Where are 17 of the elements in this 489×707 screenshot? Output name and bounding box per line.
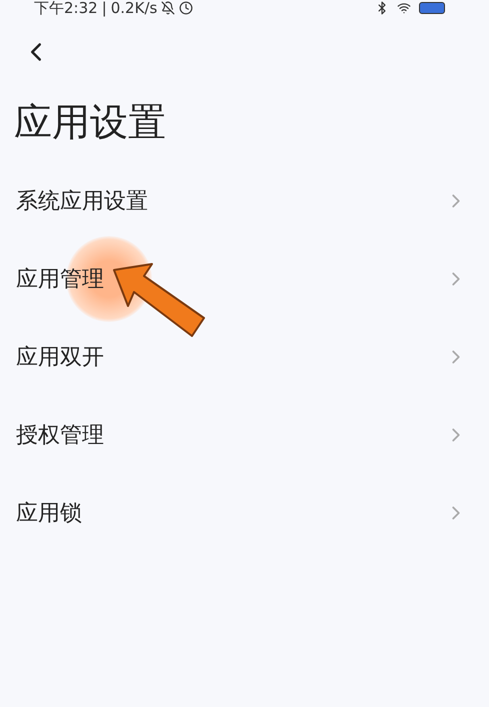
settings-item[interactable]: 授权管理 xyxy=(0,396,489,474)
item-label: 系统应用设置 xyxy=(16,188,148,216)
status-time: 下午2:32 xyxy=(34,0,98,16)
battery-icon xyxy=(419,2,445,14)
page-title: 应用设置 xyxy=(14,99,166,146)
item-label: 应用锁 xyxy=(16,500,82,528)
settings-item[interactable]: 应用锁 xyxy=(0,474,489,552)
item-label: 授权管理 xyxy=(16,422,104,450)
mute-icon xyxy=(161,1,176,15)
item-label: 应用管理 xyxy=(16,266,104,294)
item-label: 应用双开 xyxy=(16,344,104,372)
settings-item[interactable]: 系统应用设置 xyxy=(0,162,489,240)
separator: | xyxy=(102,0,107,16)
wifi-icon xyxy=(397,1,411,15)
settings-item[interactable]: 应用双开 xyxy=(0,318,489,396)
alarm-icon xyxy=(179,1,194,15)
network-speed: 0.2K/s xyxy=(110,0,158,16)
